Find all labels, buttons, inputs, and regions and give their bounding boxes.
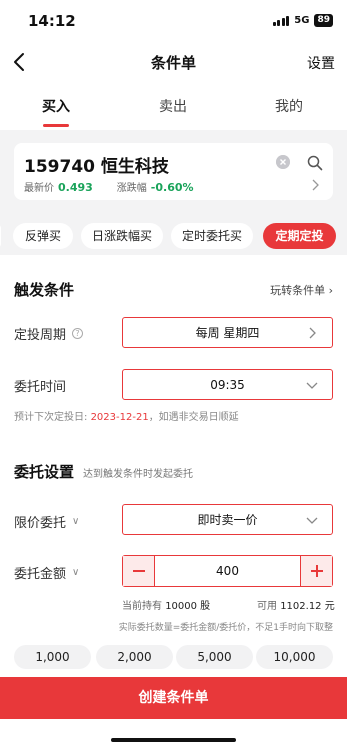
tab-bar: 买入 卖出 我的 — [0, 96, 347, 128]
status-indicators: 5G 89 — [272, 14, 333, 27]
page-title: 条件单 — [150, 54, 196, 72]
active-tab-indicator — [43, 124, 69, 127]
amount-input[interactable]: 400 — [155, 556, 300, 586]
quick-amount-1000[interactable]: 1,000 — [14, 645, 91, 669]
quick-amount-10000[interactable]: 10,000 — [256, 645, 333, 669]
next-date-prefix: 预计下次定投日: — [14, 412, 88, 423]
switch-condition-label: 玩转条件单 — [270, 284, 326, 297]
stock-quote: 最新价 0.493 涨跌幅 -0.60% — [24, 179, 194, 194]
status-time: 14:12 — [28, 12, 76, 30]
status-bar: 14:12 5G 89 — [0, 0, 347, 44]
stock-code-name: 159740 恒生科技 — [24, 157, 169, 177]
home-indicator — [111, 738, 236, 742]
order-section-title: 委托设置 — [14, 463, 75, 481]
price-label: 最新价 — [24, 183, 54, 194]
price-type-selector[interactable]: 即时卖一价 — [122, 504, 333, 535]
time-label: 委托时间 — [14, 380, 67, 395]
trigger-section-title: 触发条件 — [14, 281, 75, 299]
create-condition-order-button[interactable]: 创建条件单 — [0, 677, 347, 719]
signal-icon — [272, 15, 290, 26]
chip-rebound-buy[interactable]: 反弹买 — [13, 223, 73, 249]
period-label: 定投周期 — [14, 328, 67, 343]
stock-card[interactable]: 159740 恒生科技 最新价 0.493 涨跌幅 -0.60% — [14, 143, 333, 200]
price-type-value: 即时卖一价 — [197, 513, 258, 527]
chevron-down-icon: ∨ — [72, 516, 80, 527]
clear-icon[interactable] — [276, 155, 290, 169]
chevron-right-icon — [309, 327, 316, 339]
period-selector[interactable]: 每周 星期四 — [122, 317, 333, 348]
price-type-row-label[interactable]: 限价委托 ∨ — [14, 512, 79, 531]
strategy-chips: 反弹买 日涨跌幅买 定时委托买 定期定投 — [0, 223, 347, 249]
change-label: 涨跌幅 — [116, 183, 147, 194]
chip-partial[interactable] — [0, 223, 1, 249]
amount-label: 委托金额 — [14, 567, 67, 582]
next-date-value: 2023-12-21 — [90, 412, 149, 423]
available-label: 可用 — [257, 601, 277, 612]
chevron-right-icon: › — [328, 284, 333, 297]
plus-icon — [311, 565, 323, 577]
order-section-hint: 达到触发条件时发起委托 — [83, 469, 193, 480]
actual-quantity-note: 实际委托数量=委托金额/委托价，不足1手时向下取整 — [118, 623, 333, 633]
price-type-label: 限价委托 — [14, 516, 67, 531]
chip-timed-order-buy[interactable]: 定时委托买 — [171, 223, 253, 249]
decrease-amount-button[interactable] — [123, 556, 155, 586]
next-date-note: 预计下次定投日: 2023-12-21，如遇非交易日顺延 — [14, 408, 239, 423]
chevron-down-icon — [306, 382, 318, 389]
time-row-label: 委托时间 — [14, 376, 66, 395]
quick-amount-2000[interactable]: 2,000 — [96, 645, 173, 669]
network-label: 5G — [294, 15, 310, 26]
price-value: 0.493 — [58, 181, 93, 194]
quick-amount-5000[interactable]: 5,000 — [176, 645, 253, 669]
change-value: -0.60% — [150, 181, 194, 194]
chevron-down-icon: ∨ — [72, 567, 80, 578]
amount-stepper: 400 — [122, 555, 333, 587]
period-row-label: 定投周期 ? — [14, 324, 84, 343]
increase-amount-button[interactable] — [300, 556, 332, 586]
switch-condition-link[interactable]: 玩转条件单 › — [270, 282, 333, 298]
next-date-suffix: ，如遇非交易日顺延 — [148, 412, 239, 423]
amount-row-label[interactable]: 委托金额 ∨ — [14, 563, 79, 582]
holding-value: 10000 股 — [165, 601, 211, 612]
tab-mine[interactable]: 我的 — [249, 96, 329, 116]
chevron-down-icon — [306, 517, 318, 524]
period-value: 每周 星期四 — [195, 326, 260, 340]
holding-label: 当前持有 — [122, 601, 162, 612]
battery-icon: 89 — [314, 14, 333, 27]
minus-icon — [133, 570, 145, 572]
time-selector[interactable]: 09:35 — [122, 369, 333, 400]
holding-info: 当前持有 10000 股 — [122, 597, 210, 612]
help-icon[interactable]: ? — [72, 328, 84, 339]
nav-bar: 条件单 设置 — [0, 44, 347, 80]
chevron-right-icon — [312, 179, 319, 191]
chip-regular-investment[interactable]: 定期定投 — [263, 223, 336, 249]
available-value: 1102.12 元 — [280, 601, 335, 612]
available-info: 可用 1102.12 元 — [257, 597, 335, 612]
settings-button[interactable]: 设置 — [307, 53, 335, 73]
tab-buy[interactable]: 买入 — [16, 96, 96, 116]
chip-daily-change-buy[interactable]: 日涨跌幅买 — [81, 223, 163, 249]
time-value: 09:35 — [210, 377, 245, 392]
search-icon[interactable] — [307, 155, 323, 171]
tab-sell[interactable]: 卖出 — [133, 96, 213, 116]
